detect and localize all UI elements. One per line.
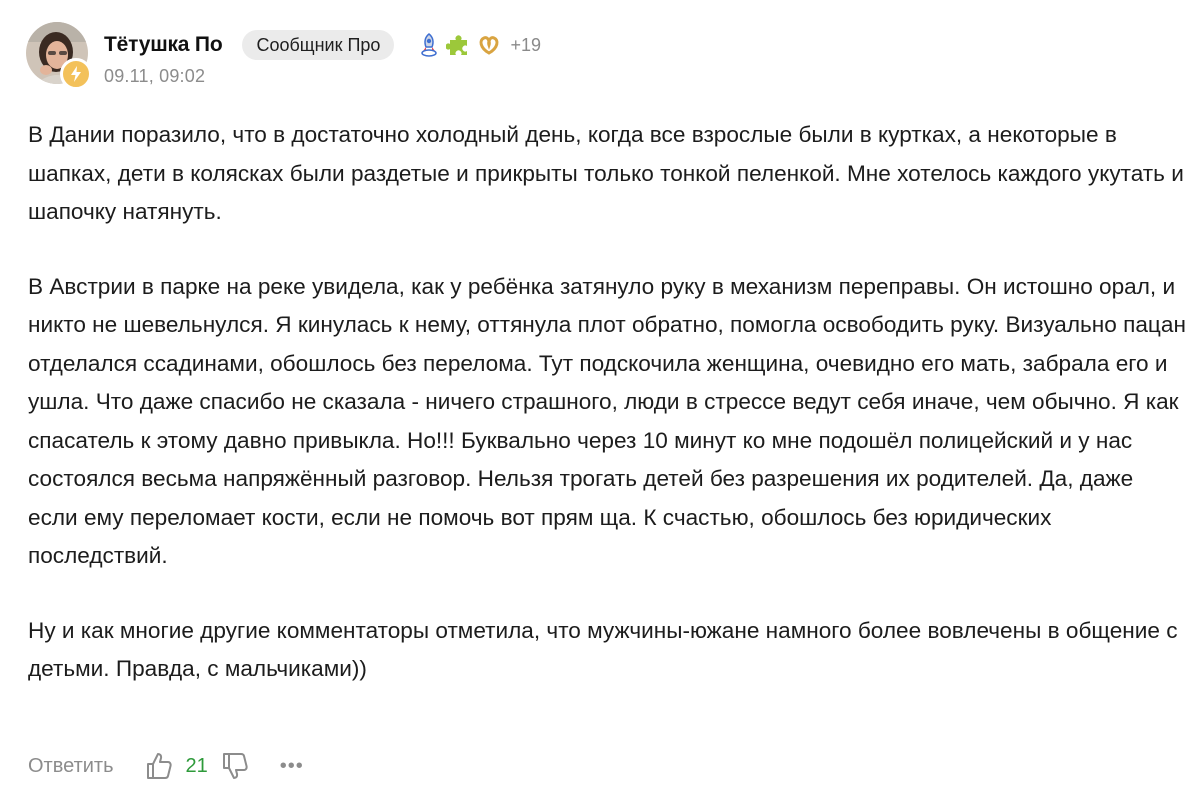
dislike-button[interactable]: [220, 750, 250, 782]
pretzel-icon: [476, 32, 502, 58]
thumbs-down-icon: [222, 753, 248, 779]
reply-button[interactable]: Ответить: [28, 755, 114, 778]
comment-body: В Дании поразило, что в достаточно холод…: [28, 116, 1188, 689]
thumbs-up-icon: [146, 753, 172, 779]
comment-header: Тётушка По Сообщник Про +19 09.11, 09:02: [26, 22, 541, 92]
puzzle-icon: [445, 32, 472, 58]
more-options-button[interactable]: •••: [280, 756, 304, 776]
comment-timestamp[interactable]: 09.11, 09:02: [104, 66, 541, 87]
author-meta: Тётушка По Сообщник Про +19 09.11, 09:02: [104, 30, 541, 87]
lightning-icon: [60, 58, 92, 90]
like-count: 21: [185, 754, 208, 777]
comment-paragraph: В Дании поразило, что в достаточно холод…: [28, 122, 1184, 224]
author-row: Тётушка По Сообщник Про +19: [104, 30, 541, 60]
comment-actions: Ответить 21 •••: [28, 746, 304, 786]
role-badge[interactable]: Сообщник Про: [242, 30, 395, 60]
avatar-wrap[interactable]: [26, 22, 96, 92]
extra-badges-count[interactable]: +19: [510, 35, 541, 56]
comment-paragraph: Ну и как многие другие комментаторы отме…: [28, 617, 1178, 682]
achievement-badges[interactable]: +19: [416, 32, 541, 58]
author-name[interactable]: Тётушка По: [104, 33, 223, 57]
like-button[interactable]: [144, 750, 174, 782]
comment-paragraph: В Австрии в парке на реке увидела, как у…: [28, 273, 1186, 569]
rocket-icon: [416, 32, 442, 58]
comment-card: Тётушка По Сообщник Про +19 09.11, 09:02…: [0, 0, 1200, 805]
